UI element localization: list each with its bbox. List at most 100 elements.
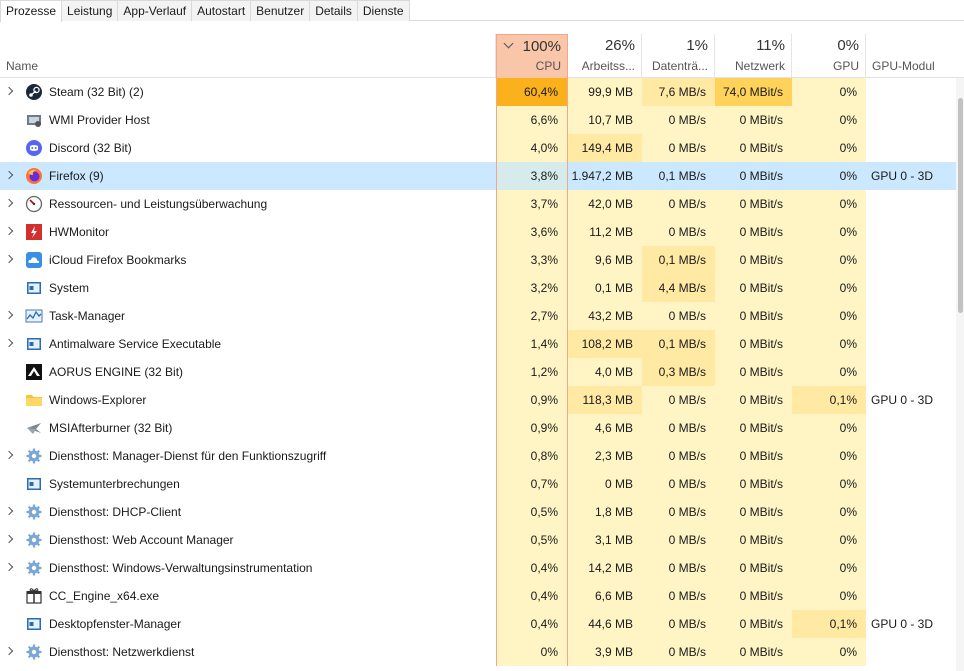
process-name: System (49, 281, 90, 295)
chevron-right-icon[interactable] (4, 198, 14, 208)
chevron-right-icon[interactable] (4, 86, 14, 96)
process-network-value: 0 MBit/s (715, 470, 792, 498)
process-row[interactable]: Antimalware Service Executable 1,4% 108,2 … (0, 330, 964, 358)
process-network-value: 0 MBit/s (715, 358, 792, 386)
system-icon (25, 475, 43, 493)
process-cpu-value: 0,5% (496, 526, 568, 554)
process-gpu-value: 0% (792, 358, 866, 386)
process-row[interactable]: Ressourcen- und Leistungsüberwachung 3,7%… (0, 190, 964, 218)
process-disk-value: 0 MB/s (642, 386, 715, 414)
tab-prozesse[interactable]: Prozesse (0, 0, 63, 22)
column-cpu-label: CPU (535, 59, 561, 73)
process-row[interactable]: Windows-Explorer 0,9% 118,3 MB 0 MB/s 0 MBit… (0, 386, 964, 414)
process-disk-value: 0 MB/s (642, 554, 715, 582)
sort-descending-icon (503, 38, 514, 49)
process-row[interactable]: CC_Engine_x64.exe 0,4% 6,6 MB 0 MB/s 0 MBit/… (0, 582, 964, 610)
tab-details[interactable]: Details (310, 0, 358, 21)
chevron-right-icon[interactable] (4, 338, 14, 348)
process-gpu-module-value (866, 526, 871, 554)
chevron-right-icon[interactable] (4, 170, 14, 180)
process-row[interactable]: Diensthost: Netzwerkdienst 0% 3,9 MB 0 MB/s… (0, 638, 964, 666)
chevron-right-icon[interactable] (4, 310, 14, 320)
chevron-right-icon[interactable] (4, 506, 14, 516)
chevron-right-icon[interactable] (4, 254, 14, 264)
tab-app-verlauf[interactable]: App-Verlauf (118, 0, 193, 21)
column-memory[interactable]: 26% Arbeitss... (568, 34, 642, 78)
process-disk-value: 0 MB/s (642, 582, 715, 610)
process-row[interactable]: Discord (32 Bit) 4,0% 149,4 MB 0 MB/s 0 MBit… (0, 134, 964, 162)
process-name-cell: MSIAfterburner (32 Bit) (0, 414, 496, 442)
vertical-scrollbar[interactable] (956, 78, 964, 671)
column-cpu[interactable]: 100% CPU (496, 34, 568, 78)
process-gpu-module-value: GPU 0 - 3D (871, 617, 934, 631)
process-name-cell: Diensthost: Manager-Dienst für den Funkt… (0, 442, 496, 470)
process-row[interactable]: iCloud Firefox Bookmarks 3,3% 9,6 MB 0,1 MB… (0, 246, 964, 274)
process-row[interactable]: Steam (32 Bit) (2) 60,4% 99,9 MB 7,6 MB/s 74… (0, 78, 964, 106)
column-network[interactable]: 11% Netzwerk (715, 34, 792, 78)
process-disk-value: 0 MB/s (642, 106, 715, 134)
process-network-value: 0 MBit/s (715, 582, 792, 610)
process-disk-value: 0,1 MB/s (642, 330, 715, 358)
process-row[interactable]: System 3,2% 0,1 MB 4,4 MB/s 0 MBit/s 0% (0, 274, 964, 302)
tab-autostart[interactable]: Autostart (192, 0, 252, 21)
process-disk-value: 0 MB/s (642, 470, 715, 498)
process-row[interactable]: Desktopfenster-Manager 0,4% 44,6 MB 0 MB/s 0… (0, 610, 964, 638)
tab-benutzer[interactable]: Benutzer (251, 0, 311, 21)
process-name: Diensthost: Windows-Verwaltungsinstrumen… (49, 561, 313, 575)
scrollbar-thumb[interactable] (958, 98, 963, 313)
process-network-value: 0 MBit/s (715, 106, 792, 134)
process-memory-value: 1.947,2 MB (568, 162, 642, 190)
tab-bar: Prozesse Leistung App-Verlauf Autostart Benu… (0, 0, 964, 22)
process-row[interactable]: MSIAfterburner (32 Bit) 0,9% 4,6 MB 0 MB/s 0… (0, 414, 964, 442)
process-gpu-module-value (866, 134, 871, 162)
process-name: Diensthost: Web Account Manager (49, 533, 234, 547)
process-name-cell: Diensthost: Windows-Verwaltungsinstrumen… (0, 554, 496, 582)
process-gpu-value: 0% (792, 638, 866, 666)
process-network-value: 0 MBit/s (715, 190, 792, 218)
process-gpu-value: 0% (792, 134, 866, 162)
process-name-cell: Discord (32 Bit) (0, 134, 496, 162)
column-name[interactable]: Name (0, 34, 496, 78)
process-name: HWMonitor (49, 225, 110, 239)
process-gpu-module-value (866, 582, 871, 610)
process-row[interactable]: Diensthost: Windows-Verwaltungsinstrumen… (0, 554, 964, 582)
process-row[interactable]: Task-Manager 2,7% 43,2 MB 0 MB/s 0 MBit/s 0% (0, 302, 964, 330)
process-row[interactable]: Systemunterbrechungen 0,7% 0 MB 0 MB/s 0 MBi… (0, 470, 964, 498)
process-row[interactable]: WMI Provider Host 6,6% 10,7 MB 0 MB/s 0 MBit… (0, 106, 964, 134)
column-gpu-module[interactable]: GPU-Modul (866, 34, 956, 78)
service-icon (25, 335, 43, 353)
process-name-cell: WMI Provider Host (0, 106, 496, 134)
process-row[interactable]: AORUS ENGINE (32 Bit) 1,2% 4,0 MB 0,3 MB/s 0… (0, 358, 964, 386)
process-network-value: 0 MBit/s (715, 330, 792, 358)
column-disk[interactable]: 1% Datenträ... (642, 34, 715, 78)
process-row[interactable]: HWMonitor 3,6% 11,2 MB 0 MB/s 0 MBit/s 0% (0, 218, 964, 246)
chevron-right-icon[interactable] (4, 562, 14, 572)
column-network-label: Netzwerk (734, 59, 785, 73)
process-disk-value: 0 MB/s (642, 442, 715, 470)
process-name: Antimalware Service Executable (49, 337, 222, 351)
process-gpu-value: 0% (792, 330, 866, 358)
gear-icon (25, 447, 43, 465)
process-cpu-value: 0,5% (496, 498, 568, 526)
process-gpu-value: 0% (792, 246, 866, 274)
process-cpu-value: 0% (496, 638, 568, 666)
chevron-right-icon[interactable] (4, 534, 14, 544)
process-gpu-module-value: GPU 0 - 3D (871, 393, 934, 407)
process-row[interactable]: Diensthost: Manager-Dienst für den Funkt… (0, 442, 964, 470)
tab-leistung[interactable]: Leistung (62, 0, 119, 21)
chevron-right-icon[interactable] (4, 646, 14, 656)
tab-dienste[interactable]: Dienste (357, 0, 410, 21)
process-disk-value: 0 MB/s (642, 498, 715, 526)
process-cpu-value: 0,4% (496, 554, 568, 582)
process-row[interactable]: Diensthost: DHCP-Client 0,5% 1,8 MB 0 MB/s 0… (0, 498, 964, 526)
chevron-right-icon[interactable] (4, 226, 14, 236)
chevron-right-icon[interactable] (4, 450, 14, 460)
process-memory-value: 1,8 MB (568, 498, 642, 526)
process-name-cell: Firefox (9) (0, 162, 496, 190)
process-row[interactable]: Firefox (9) 3,8% 1.947,2 MB 0,1 MB/s 0 MBit/… (0, 162, 964, 190)
process-cpu-value: 1,2% (496, 358, 568, 386)
process-network-value: 0 MBit/s (715, 638, 792, 666)
process-row[interactable]: Diensthost: Web Account Manager 0,5% 3,1 M… (0, 526, 964, 554)
column-gpu-label: GPU (832, 59, 859, 73)
column-gpu[interactable]: 0% GPU (792, 34, 866, 78)
